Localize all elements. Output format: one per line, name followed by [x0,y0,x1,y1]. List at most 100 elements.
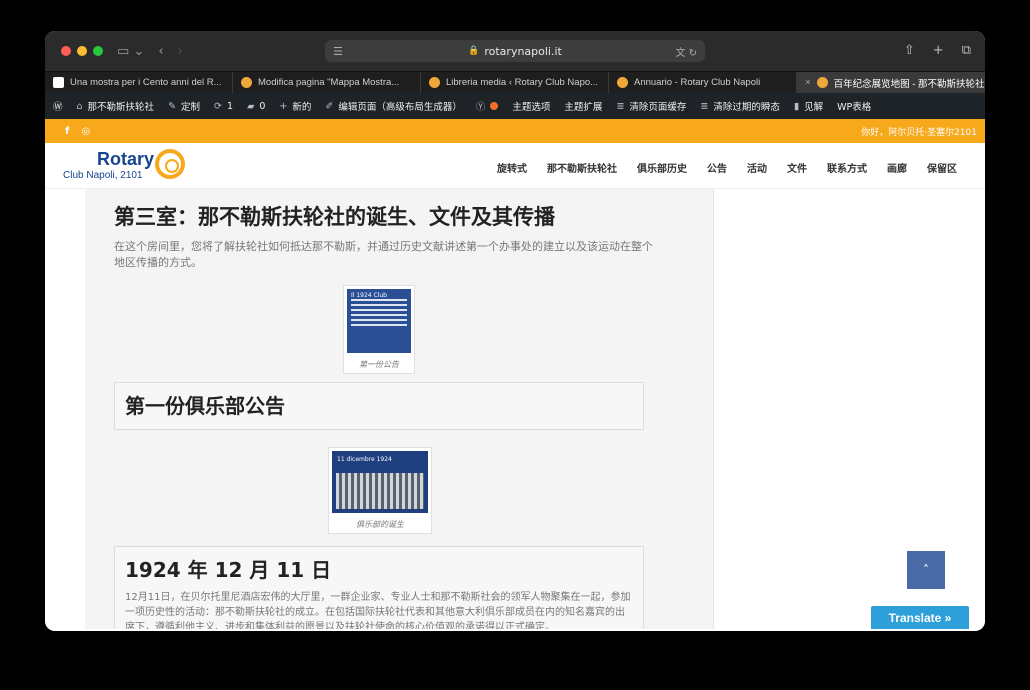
admin-updates-link[interactable]: ⟳ 1 [214,101,233,112]
tab-favicon-icon [241,77,252,88]
nav-item[interactable]: 公告 [707,160,727,175]
bar-chart-icon: ▮ [793,100,800,112]
database-icon: ≣ [700,100,709,112]
nav-item[interactable]: 保留区 [927,160,957,175]
edit-label: 编辑页面（高级布局生成器） [338,102,462,113]
bulletin-image-label: Il 1924 Club [351,292,387,299]
tab-title: Annuario - Rotary Club Napoli [634,77,761,88]
page-content: 第三室：那不勒斯扶轮社的诞生、文件及其传播 在这个房间里，您将了解扶轮社如何抵达… [45,189,985,629]
admin-edit-link[interactable]: ✐ 编辑页面（高级布局生成器） [325,99,462,114]
club-birth-image-label: 11 dicembre 1924 [337,456,392,463]
zoom-window-button[interactable] [93,46,103,56]
tab-4[interactable]: Annuario - Rotary Club Napoli [609,72,797,93]
window-controls [61,46,103,56]
nav-item[interactable]: 画廊 [887,160,907,175]
facebook-icon[interactable]: f [65,126,69,137]
translate-reload-icon[interactable]: 文 ↻ [675,44,697,59]
updates-icon: ⟳ [214,100,223,112]
theme-ext-label: 主题扩展 [564,102,603,113]
browser-window: ▭ ⌄ ‹ › ☰ 🔒 rotarynapoli.it 文 ↻ ⇧ + ⧉ Un… [45,31,985,631]
nav-item[interactable]: 联系方式 [827,160,867,175]
tab-favicon-icon [429,77,440,88]
nav-item[interactable]: 活动 [747,160,767,175]
sidebar-divider [713,189,714,629]
social-bar: f ◎ 你好，阿尔贝托·圣塞尔2101 [45,119,985,143]
home-icon: ⌂ [76,100,83,112]
figure-club-birth[interactable]: 11 dicembre 1924 俱乐部的诞生 [328,447,432,534]
section-title: 1924 年 12 月 11 日 [125,558,332,582]
admin-site-label: 那不勒斯扶轮社 [87,102,155,113]
user-greeting[interactable]: 你好，阿尔贝托·圣塞尔2101 [861,125,977,138]
tab-bar: Una mostra per i Cento anni del R... Mod… [45,71,985,93]
tab-3[interactable]: Libreria media ‹ Rotary Club Napo... [421,72,609,93]
reader-icon[interactable]: ☰ [333,45,343,58]
admin-site-link[interactable]: ⌂ 那不勒斯扶轮社 [76,99,155,114]
wp-admin-bar: Ⓦ ⌂ 那不勒斯扶轮社 ✎ 定制 ⟳ 1 ▰ 0 + 新的 ✐ 编辑页面（高级布局生成器） … [45,93,985,119]
yoast-seo-link[interactable]: Ⓨ [476,99,499,113]
page-title: 第三室：那不勒斯扶轮社的诞生、文件及其传播 [114,205,555,229]
site-logo[interactable]: Rotary Club Napoli, 2101 [63,149,185,181]
figure-first-bulletin[interactable]: Il 1924 Club 第一份公告 [343,285,415,374]
admin-clear-transients-link[interactable]: ≣ 清除过期的瞬态 [700,99,779,114]
tab-2[interactable]: Modifica pagina "Mappa Mostra... [233,72,421,93]
nav-item[interactable]: 文件 [787,160,807,175]
tab-title: Modifica pagina "Mappa Mostra... [258,77,400,88]
instagram-icon[interactable]: ◎ [81,126,90,137]
nav-item[interactable]: 旋转式 [497,160,527,175]
intro-text: 在这个房间里，您将了解扶轮社如何抵达那不勒斯，并通过历史文献讲述第一个办事处的建… [114,240,653,269]
toolbar-actions: ⇧ + ⧉ [904,43,971,58]
minimize-window-button[interactable] [77,46,87,56]
section-title: 第一份俱乐部公告 [125,394,285,418]
tab-title: Libreria media ‹ Rotary Club Napo... [446,77,599,88]
nav-item[interactable]: 那不勒斯扶轮社 [547,160,617,175]
tab-1[interactable]: Una mostra per i Cento anni del R... [45,72,233,93]
sidebar-toggle-icon[interactable]: ▭ ⌄ [117,44,144,59]
admin-theme-ext-link[interactable]: 主题扩展 [564,99,602,113]
admin-clear-cache-link[interactable]: ≣ 清除页面缓存 [616,99,687,114]
admin-customize-link[interactable]: ✎ 定制 [168,99,201,114]
share-icon[interactable]: ⇧ [904,43,915,58]
url-text: rotarynapoli.it [484,44,562,58]
nav-item[interactable]: 俱乐部历史 [637,160,687,175]
theme-options-label: 主题选项 [512,102,551,113]
forward-arrow-icon[interactable]: › [178,44,183,59]
club-birth-image[interactable]: 11 dicembre 1924 [332,451,428,513]
translate-button[interactable]: Translate » [871,606,969,629]
section-first-bulletin: 第一份俱乐部公告 [114,382,644,430]
clear-cache-label: 清除页面缓存 [629,102,687,113]
lock-icon: 🔒 [468,46,480,56]
new-tab-icon[interactable]: + [933,43,944,58]
comment-icon: ▰ [247,100,255,112]
tab-close-icon[interactable]: × [805,77,811,88]
section-text: 12月11日，在贝尔托里尼酒店宏伟的大厅里，一群企业家、专业人士和那不勒斯社会的… [125,592,631,629]
tab-title: 百年纪念展览地图 - 那不勒斯扶轮社 [833,78,985,90]
tab-favicon-icon [53,77,64,88]
browser-toolbar: ▭ ⌄ ‹ › ☰ 🔒 rotarynapoli.it 文 ↻ ⇧ + ⧉ [45,31,985,71]
figure-caption: 俱乐部的诞生 [356,520,404,529]
logo-title: Rotary [97,149,155,169]
wordpress-logo-icon[interactable]: Ⓦ [53,99,63,113]
customize-label: 定制 [181,102,201,113]
back-arrow-icon[interactable]: ‹ [158,44,163,59]
admin-theme-options-link[interactable]: 主题选项 [512,99,550,113]
section-founding-date: 1924 年 12 月 11 日 12月11日，在贝尔托里尼酒店宏伟的大厅里，一… [114,546,644,629]
admin-insights-link[interactable]: ▮ 见解 [793,99,823,114]
pencil-icon: ✐ [325,100,334,112]
wp-tables-label: WP表格 [837,102,872,113]
tab-title: Una mostra per i Cento anni del R... [70,77,222,88]
tab-favicon-icon [617,77,628,88]
comments-count: 0 [259,100,266,112]
admin-wp-tables-link[interactable]: WP表格 [837,99,871,113]
rotary-wheel-icon [155,149,185,179]
scroll-to-top-button[interactable]: ˄ [907,551,945,589]
main-column: 第三室：那不勒斯扶轮社的诞生、文件及其传播 在这个房间里，您将了解扶轮社如何抵达… [85,189,713,629]
tab-5-active[interactable]: × 百年纪念展览地图 - 那不勒斯扶轮社 [797,72,985,93]
close-window-button[interactable] [61,46,71,56]
address-bar[interactable]: ☰ 🔒 rotarynapoli.it 文 ↻ [325,40,705,62]
admin-comments-link[interactable]: ▰ 0 [247,101,265,112]
tab-overview-icon[interactable]: ⧉ [962,43,971,58]
figure-caption: 第一份公告 [359,360,399,369]
plus-icon: + [279,100,288,112]
bulletin-image[interactable]: Il 1924 Club [347,289,411,353]
admin-new-link[interactable]: + 新的 [279,99,311,114]
